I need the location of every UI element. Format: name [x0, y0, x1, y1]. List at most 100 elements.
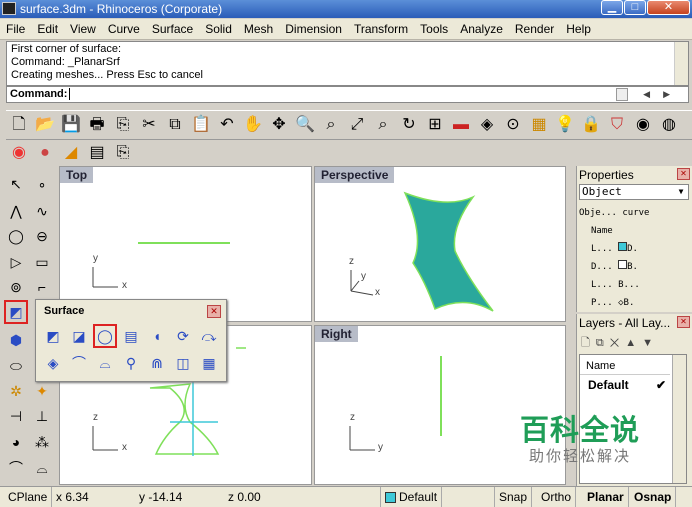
move-up-icon[interactable]: ▲ — [625, 337, 642, 349]
chevron-down-icon[interactable]: ▼ — [674, 185, 688, 199]
command-spinner[interactable] — [616, 88, 628, 101]
sphere-icon[interactable]: ◍ — [658, 114, 680, 136]
extend-icon[interactable]: ⌓ — [30, 456, 54, 480]
plane-icon[interactable]: ◫ — [172, 352, 194, 374]
menu-view[interactable]: View — [64, 19, 102, 40]
revolve-icon[interactable]: ⟳ — [172, 325, 194, 347]
status-layer[interactable]: Default — [380, 487, 443, 507]
undo-icon[interactable]: ↶ — [216, 114, 238, 136]
loft-icon[interactable]: ◖ — [146, 325, 168, 347]
shield-icon[interactable]: ⛉ — [606, 114, 628, 136]
property-row[interactable]: Name — [591, 224, 613, 239]
surface-icon[interactable]: ◩ — [4, 300, 28, 324]
pan-hand-icon[interactable]: ✋ — [242, 114, 264, 136]
curve-icon[interactable]: ∿ — [30, 199, 54, 223]
planar-surface[interactable] — [403, 191, 494, 312]
zoom-extents-icon[interactable]: ⤢ — [346, 114, 368, 136]
extrude-surface-icon[interactable]: ▤ — [120, 325, 142, 347]
zoom-selected-icon[interactable]: ⌕ — [372, 114, 394, 136]
render-icon[interactable]: ◉ — [8, 142, 30, 164]
surface-corner-icon[interactable]: ◩ — [42, 325, 64, 347]
zoom-icon[interactable]: 🔍 — [294, 114, 316, 136]
paste-icon[interactable]: 📋 — [190, 114, 212, 136]
move-down-icon[interactable]: ▼ — [642, 337, 659, 349]
rectangle-icon[interactable]: ▭ — [30, 250, 54, 274]
planar-surface-icon[interactable]: ◯ — [93, 324, 117, 348]
height-field-icon[interactable]: ▦ — [198, 352, 220, 374]
property-row[interactable]: P... ◇B. — [591, 296, 634, 311]
arrow-left-icon[interactable]: ◀ — [643, 87, 650, 102]
viewport-perspective[interactable]: Perspective z y x — [314, 166, 566, 322]
status-ortho[interactable]: Ortho — [537, 487, 577, 507]
print-icon[interactable]: 🖶 — [86, 114, 108, 136]
array-icon[interactable]: ⁂ — [30, 430, 54, 454]
point-icon[interactable]: ∘ — [30, 172, 54, 196]
surface-panel-close-icon[interactable]: ✕ — [207, 305, 221, 318]
boolean-icon[interactable]: ◕ — [4, 430, 28, 454]
properties-selector[interactable]: Object ▼ — [579, 184, 689, 200]
properties-icon[interactable]: ⎘ — [112, 142, 134, 164]
light-icon[interactable]: 💡 — [554, 114, 576, 136]
lock-icon[interactable]: 🔒 — [580, 114, 602, 136]
menu-mesh[interactable]: Mesh — [238, 19, 279, 40]
arrow-right-icon[interactable]: ▶ — [663, 87, 670, 102]
polyline-icon[interactable]: ⋀ — [4, 199, 28, 223]
menu-file[interactable]: File — [0, 19, 31, 40]
render-preview-icon[interactable]: ◈ — [476, 114, 498, 136]
menu-help[interactable]: Help — [560, 19, 597, 40]
osnap-icon[interactable]: ⊙ — [502, 114, 524, 136]
layer-icon[interactable]: ▤ — [86, 142, 108, 164]
solid-icon[interactable]: ⬢ — [4, 328, 28, 352]
status-osnap[interactable]: Osnap — [630, 487, 677, 507]
delete-layer-icon[interactable]: ✕ — [610, 337, 626, 349]
layer-row[interactable]: Default ✔ — [580, 377, 670, 393]
menu-dimension[interactable]: Dimension — [279, 19, 348, 40]
history-scrollbar[interactable] — [674, 42, 688, 85]
menu-edit[interactable]: Edit — [31, 19, 64, 40]
import-icon[interactable]: ⎘ — [112, 114, 134, 136]
network-icon[interactable]: ⌓ — [94, 352, 116, 374]
box-icon[interactable]: ⬭ — [4, 354, 28, 378]
zoom-window-icon[interactable]: ⌕ — [320, 114, 342, 136]
patch-icon[interactable]: ⚲ — [120, 352, 142, 374]
layers-close-icon[interactable]: ✕ — [677, 316, 690, 328]
new-file-icon[interactable]: 🗋 — [8, 114, 30, 136]
four-viewports-icon[interactable]: ⊞ — [424, 114, 446, 136]
new-layer-icon[interactable]: 🗋 — [581, 337, 596, 349]
copy-icon[interactable]: ⧉ — [164, 114, 186, 136]
rail-revolve-icon[interactable]: ⤼ — [198, 325, 220, 347]
ellipse-icon[interactable]: ⊖ — [30, 224, 54, 248]
dimension-icon[interactable]: ⊥ — [30, 404, 54, 428]
maximize-button[interactable]: □ — [624, 0, 646, 15]
menu-render[interactable]: Render — [509, 19, 560, 40]
status-planar[interactable]: Planar — [583, 487, 629, 507]
layers-scrollbar[interactable] — [672, 355, 686, 483]
save-icon[interactable]: 💾 — [60, 114, 82, 136]
polygon-icon[interactable]: ▷ — [4, 250, 28, 274]
property-row[interactable]: D... B. — [591, 260, 638, 275]
menu-surface[interactable]: Surface — [146, 19, 199, 40]
status-snap[interactable]: Snap — [494, 487, 533, 507]
curve-fillet-icon[interactable]: ⌒ — [4, 456, 28, 480]
property-row[interactable]: L... B... — [591, 278, 640, 293]
menu-analyze[interactable]: Analyze — [454, 19, 509, 40]
grid-icon[interactable]: ▦ — [528, 114, 550, 136]
minimize-button[interactable]: ▁ — [601, 0, 623, 15]
car-icon[interactable]: ▬ — [450, 114, 472, 136]
menu-curve[interactable]: Curve — [102, 19, 146, 40]
fillet-icon[interactable]: ⌐ — [30, 275, 54, 299]
property-row[interactable]: Obje... curve — [579, 206, 649, 221]
command-line[interactable]: Command: ◀ ▶ — [6, 86, 689, 103]
rotate-icon[interactable]: ↻ — [398, 114, 420, 136]
properties-close-icon[interactable]: ✕ — [677, 168, 690, 180]
transform-icon[interactable]: ✲ — [4, 379, 28, 403]
cut-icon[interactable]: ✂ — [138, 114, 160, 136]
analyze-icon[interactable]: ⊣ — [4, 404, 28, 428]
sweep2-icon[interactable]: ⌒ — [68, 352, 90, 374]
open-folder-icon[interactable]: 📂 — [34, 114, 56, 136]
menu-solid[interactable]: Solid — [199, 19, 238, 40]
menu-tools[interactable]: Tools — [414, 19, 454, 40]
explode-icon[interactable]: ✦ — [30, 379, 54, 403]
sweep1-icon[interactable]: ◈ — [42, 352, 64, 374]
layers-column-name[interactable]: Name — [580, 357, 670, 375]
